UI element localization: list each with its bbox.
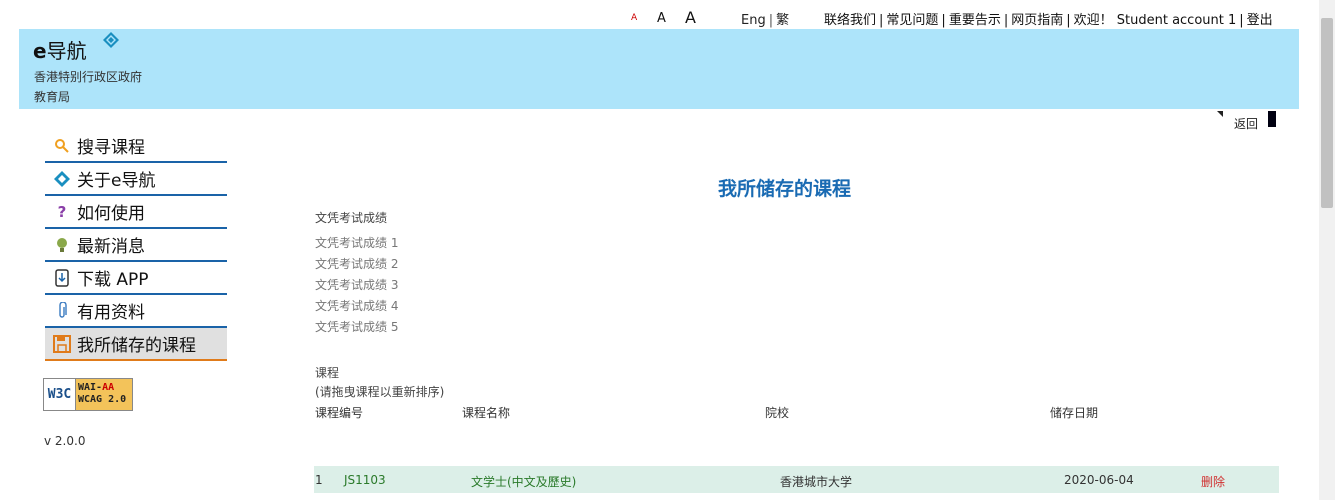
- course-heading: 课程: [315, 366, 340, 380]
- sidebar-item-label: 下载 APP: [77, 270, 149, 290]
- table-row[interactable]: 1 JS1103 文学士(中文及歷史) 香港城市大学 2020-06-04 删除: [314, 466, 1279, 493]
- brand-prefix: e: [33, 39, 47, 63]
- utility-links: 联络我们 | 常见问题 | 重要告示 | 网页指南 | 欢迎！ Student account …: [824, 9, 1273, 28]
- sidebar-item-search[interactable]: 搜寻课程: [45, 130, 227, 163]
- sidebar-item-resources[interactable]: 有用资料: [45, 295, 227, 328]
- wcag-version-label: WCAG 2.0: [78, 394, 127, 405]
- list-item[interactable]: 文凭考试成绩 2: [315, 254, 398, 275]
- back-bar-icon: [1268, 111, 1276, 127]
- logout-link[interactable]: 登出: [1247, 13, 1273, 28]
- column-header-date: 储存日期: [1050, 406, 1099, 420]
- wcag-label: WAI-AA WCAG 2.0: [76, 379, 132, 410]
- back-corner-icon: [1217, 111, 1223, 117]
- compass-icon: [103, 32, 119, 48]
- lang-eng-link[interactable]: Eng: [741, 13, 766, 28]
- page-title: 我所储存的课程: [718, 178, 852, 200]
- save-icon: [49, 334, 75, 353]
- sidebar-item-label: 搜寻课程: [77, 138, 145, 158]
- guide-link[interactable]: 网页指南: [1011, 13, 1063, 28]
- question-icon: ?: [57, 202, 67, 221]
- welcome-text: 欢迎！ Student account 1: [1073, 13, 1237, 28]
- site-header: e导航 香港特别行政区政府 教育局: [19, 29, 1299, 109]
- sidebar-item-label: 我所储存的课程: [77, 336, 196, 356]
- back-link[interactable]: 返回: [1234, 115, 1258, 132]
- list-item[interactable]: 文凭考试成绩 3: [315, 275, 398, 296]
- divider: |: [1239, 13, 1244, 28]
- scrollbar-thumb[interactable]: [1321, 18, 1333, 208]
- w3c-logo: W3C: [44, 379, 76, 410]
- divider: |: [768, 13, 774, 28]
- sidebar-item-label: 最新消息: [77, 237, 145, 257]
- column-header-code: 课程编号: [315, 406, 364, 420]
- font-size-small-button[interactable]: A: [631, 13, 637, 23]
- saved-date: 2020-06-04: [1064, 473, 1134, 487]
- wcag-badge[interactable]: W3C WAI-AA WCAG 2.0: [43, 378, 133, 411]
- list-item[interactable]: 文凭考试成绩 5: [315, 317, 398, 338]
- brand-name: 导航: [46, 39, 87, 63]
- course-code-link[interactable]: JS1103: [344, 473, 386, 487]
- sidebar-item-label: 如何使用: [77, 204, 145, 224]
- gov-line-2: 教育局: [34, 90, 71, 104]
- row-index: 1: [315, 473, 323, 487]
- institution-name: 香港城市大学: [780, 475, 853, 489]
- delete-button[interactable]: 删除: [1201, 473, 1225, 490]
- list-item[interactable]: 文凭考试成绩 1: [315, 233, 398, 254]
- divider: |: [879, 13, 884, 28]
- lang-trad-link[interactable]: 繁: [776, 13, 789, 28]
- app-version: v 2.0.0: [44, 434, 86, 448]
- course-hint: (请拖曳课程以重新排序): [315, 385, 445, 399]
- page-scrollbar[interactable]: [1319, 0, 1335, 500]
- faq-link[interactable]: 常见问题: [886, 13, 938, 28]
- language-switcher: Eng | 繁: [741, 9, 789, 28]
- notice-link[interactable]: 重要告示: [949, 13, 1001, 28]
- sidebar-item-news[interactable]: 最新消息: [45, 229, 227, 262]
- list-item[interactable]: 文凭考试成绩 4: [315, 296, 398, 317]
- column-header-name: 课程名称: [462, 406, 511, 420]
- dse-heading: 文凭考试成绩: [315, 211, 388, 225]
- sidebar-item-label: 关于e导航: [77, 171, 156, 191]
- wai-label: WAI-: [78, 382, 103, 393]
- sidebar-item-label: 有用资料: [77, 303, 145, 323]
- download-icon: [49, 268, 75, 287]
- gov-line-1: 香港特别行政区政府: [34, 70, 143, 84]
- lightbulb-icon: [49, 237, 75, 253]
- top-utility-bar: A A A Eng | 繁 联络我们 | 常见问题 | 重要告示 | 网页指南 | 欢迎！ Stud…: [0, 8, 1300, 28]
- font-size-medium-button[interactable]: A: [657, 11, 666, 26]
- contact-link[interactable]: 联络我们: [824, 13, 876, 28]
- column-header-school: 院校: [765, 406, 790, 420]
- sidebar-item-saved-courses[interactable]: 我所储存的课程: [45, 328, 227, 361]
- site-logo[interactable]: e导航: [33, 35, 87, 64]
- sidebar-item-howto[interactable]: ? 如何使用: [45, 196, 227, 229]
- divider: |: [1066, 13, 1071, 28]
- divider: |: [941, 13, 946, 28]
- sidebar-nav: 搜寻课程 关于e导航 ? 如何使用 最新消息 下载 APP 有用资料 我所储存的…: [45, 130, 227, 361]
- aa-label: AA: [102, 382, 115, 393]
- sidebar-item-download[interactable]: 下载 APP: [45, 262, 227, 295]
- course-name-link[interactable]: 文学士(中文及歷史): [471, 473, 576, 490]
- compass-icon: [49, 170, 75, 187]
- dse-list: 文凭考试成绩 1 文凭考试成绩 2 文凭考试成绩 3 文凭考试成绩 4 文凭考试…: [315, 233, 398, 338]
- divider: |: [1003, 13, 1009, 28]
- paperclip-icon: [49, 301, 75, 320]
- font-size-large-button[interactable]: A: [685, 8, 696, 27]
- search-icon: [49, 138, 75, 154]
- sidebar-item-about[interactable]: 关于e导航: [45, 163, 227, 196]
